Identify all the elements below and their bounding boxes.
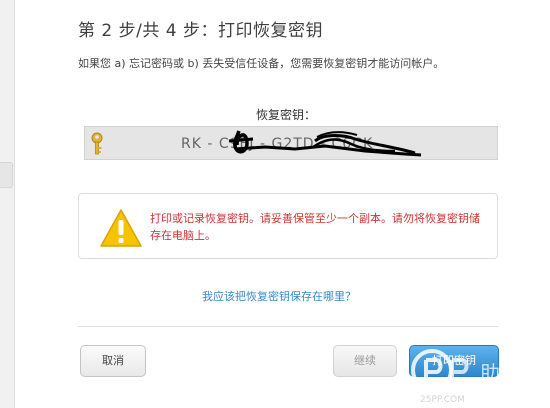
print-key-button[interactable]: 打印密钥 (409, 345, 499, 377)
left-sidebar-edge (0, 0, 15, 408)
continue-button[interactable]: 继续 (333, 345, 397, 377)
recovery-key-field: RK - C9EJ - G2TD - C6CK (84, 126, 498, 160)
cancel-button[interactable]: 取消 (80, 345, 146, 377)
recovery-key-label: 恢复密钥： (256, 108, 317, 122)
warning-icon (100, 209, 142, 247)
recovery-key-value: RK - C9EJ - G2TD - C6CK (181, 136, 374, 152)
help-link[interactable]: 我应该把恢复密钥保存在哪里？ (202, 288, 356, 304)
divider (78, 326, 498, 327)
warning-box: 打印或记录恢复密钥。请妥善保管至少一个副本。请勿将恢复密钥储存在电脑上。 (78, 193, 498, 259)
warning-text: 打印或记录恢复密钥。请妥善保管至少一个副本。请勿将恢复密钥储存在电脑上。 (150, 212, 480, 242)
page-subtitle: 如果您 a) 忘记密码或 b) 丢失受信任设备，您需要恢复密钥才能访问帐户。 (78, 57, 445, 70)
key-icon (91, 132, 103, 155)
sidebar-collapse-handle[interactable] (0, 162, 13, 188)
watermark-url: 25PP.COM (420, 395, 465, 405)
page-title: 第 2 步/共 4 步：打印恢复密钥 (78, 21, 323, 41)
